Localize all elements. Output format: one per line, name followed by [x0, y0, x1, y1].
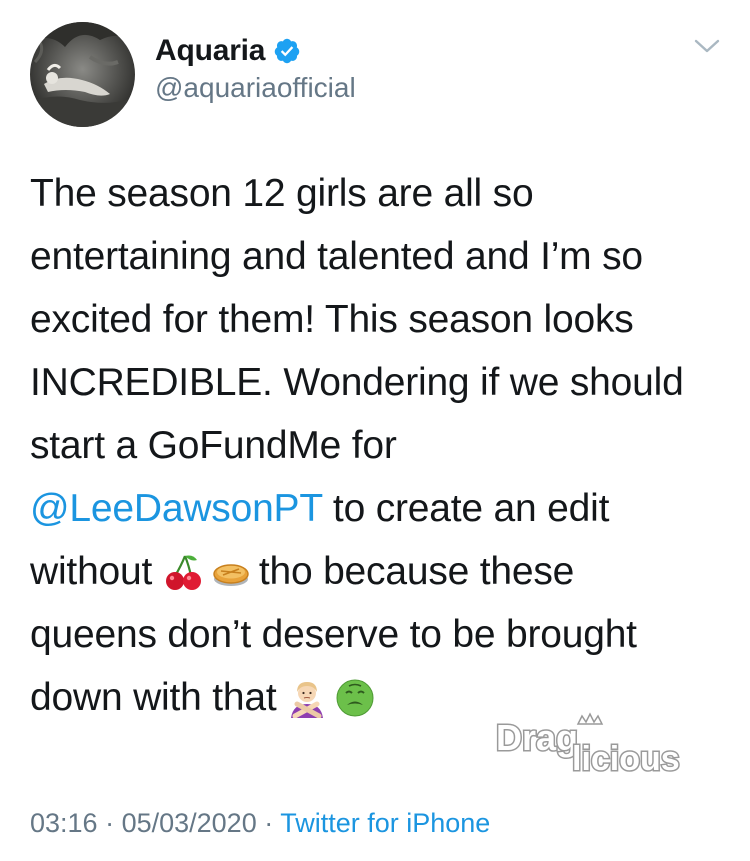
- tweet-text-segment: The season 12 girls are all so: [30, 172, 534, 215]
- tweet-date[interactable]: 05/03/2020: [122, 808, 257, 838]
- tweet-meta: 03:16 · 05/03/2020 · Twitter for iPhone: [30, 808, 490, 839]
- tweet-text-line: @LeeDawsonPT to create an edit: [30, 477, 730, 540]
- person-gesturing-no-icon: [287, 678, 327, 718]
- nauseated-face-icon: [335, 678, 375, 718]
- tweet-text-segment: down with that: [30, 676, 288, 719]
- tweet-text-segment: INCREDIBLE. Wondering if we should: [30, 361, 684, 404]
- tweet-text-line: without tho because these: [30, 540, 730, 603]
- tweet-text-segment: tho because these: [258, 550, 575, 593]
- avatar[interactable]: [30, 22, 135, 127]
- author-name-row[interactable]: Aquaria: [155, 34, 301, 68]
- tweet-menu-button[interactable]: [692, 36, 722, 58]
- svg-text:licious: licious: [572, 740, 680, 778]
- cherries-icon: [163, 552, 203, 592]
- tweet-text-line: excited for them! This season looks: [30, 288, 730, 351]
- verified-badge-icon: [275, 38, 300, 64]
- tweet-text-line: The season 12 girls are all so: [30, 162, 730, 225]
- tweet-text-segment: queens don’t deserve to be brought: [30, 613, 637, 656]
- tweet-text-line: INCREDIBLE. Wondering if we should: [30, 351, 730, 414]
- tweet-text-segment: start a GoFundMe for: [30, 424, 397, 467]
- tweet-time[interactable]: 03:16: [30, 808, 98, 838]
- mention-link[interactable]: @LeeDawsonPT: [30, 487, 322, 530]
- tweet-card: Aquaria @aquariaofficial The season 12 g…: [0, 0, 750, 861]
- tweet-text-line: entertaining and talented and I’m so: [30, 225, 730, 288]
- chevron-down-icon: [694, 39, 720, 53]
- tweet-text-segment: to create an edit: [322, 487, 610, 530]
- tweet-text-segment: without: [30, 550, 163, 593]
- svg-text:Drag: Drag: [496, 717, 578, 758]
- watermark-logo: Drag licious: [494, 712, 722, 782]
- author-handle[interactable]: @aquariaofficial: [155, 72, 356, 104]
- dragilicious-watermark: Drag licious: [495, 712, 681, 780]
- tweet-text-segment: entertaining and talented and I’m so: [30, 235, 643, 278]
- meta-separator: ·: [97, 808, 122, 838]
- meta-separator: ·: [256, 808, 281, 838]
- tweet-text: The season 12 girls are all so entertaini…: [30, 162, 730, 729]
- tweet-source-link[interactable]: Twitter for iPhone: [280, 808, 490, 838]
- tweet-text-segment: excited for them! This season looks: [30, 298, 634, 341]
- avatar-photo: [30, 22, 135, 127]
- tweet-text-line: queens don’t deserve to be brought: [30, 603, 730, 666]
- pie-icon: [211, 552, 251, 592]
- display-name[interactable]: Aquaria: [155, 34, 265, 68]
- tweet-text-line: start a GoFundMe for: [30, 414, 730, 477]
